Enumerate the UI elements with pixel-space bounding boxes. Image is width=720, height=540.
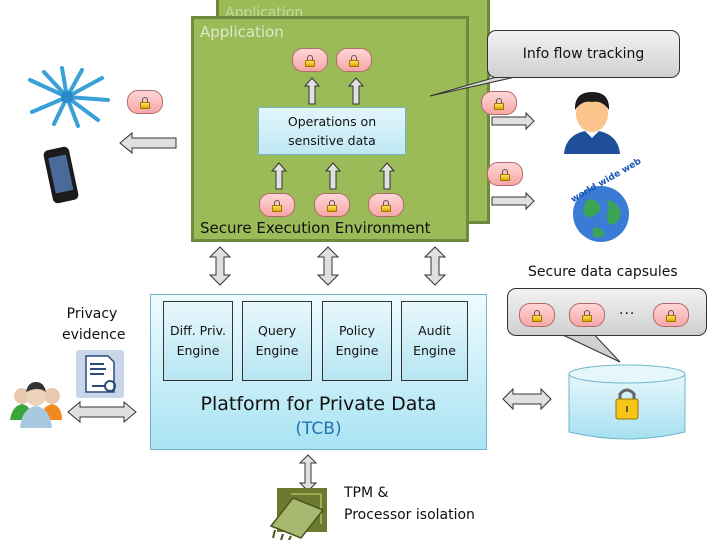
- tpm-line1: TPM &: [344, 485, 389, 501]
- engine-label: Diff. Priv.: [170, 323, 226, 338]
- engine-label: Engine: [255, 343, 299, 358]
- data-capsule: [653, 303, 689, 327]
- data-capsule: [519, 303, 555, 327]
- operations-line1: Operations on: [287, 114, 377, 129]
- social-network-icon: [28, 66, 110, 128]
- engine-label: Policy: [339, 323, 375, 338]
- world-wide-web-globe-icon: world wide web: [569, 156, 644, 242]
- application-window-front-title: Application: [200, 23, 284, 41]
- lock-icon: [327, 199, 337, 212]
- lock-icon: [272, 199, 282, 212]
- bidirectional-arrow-icon: [208, 246, 232, 286]
- up-arrow-icon: [303, 77, 321, 105]
- ellipsis: ...: [619, 302, 636, 318]
- left-arrow-icon: [119, 131, 177, 155]
- certificate-key-icon: [76, 350, 124, 398]
- operations-line2: sensitive data: [288, 133, 376, 148]
- lock-icon: [582, 309, 592, 322]
- engine-label: Engine: [335, 343, 379, 358]
- data-capsule: [314, 193, 350, 217]
- lock-icon: [349, 54, 359, 67]
- diff-priv-engine: Diff. Priv. Engine: [163, 301, 233, 381]
- engine-label: Engine: [413, 343, 456, 358]
- privacy-evidence-line2: evidence: [62, 327, 126, 343]
- up-arrow-icon: [324, 162, 342, 190]
- policy-engine: Policy Engine: [322, 301, 392, 381]
- lock-icon: [500, 168, 510, 181]
- up-arrow-icon: [270, 162, 288, 190]
- engine-label: Engine: [176, 343, 220, 358]
- right-arrow-icon: [491, 191, 535, 211]
- data-capsule: [487, 162, 523, 186]
- data-capsule: [336, 48, 372, 72]
- bidirectional-arrow-icon: [298, 454, 318, 492]
- operations-on-sensitive-data-box: Operations on sensitive data: [258, 107, 406, 155]
- user-group-icon: [10, 382, 62, 428]
- up-arrow-icon: [347, 77, 365, 105]
- platform-title: Platform for Private Data: [200, 393, 437, 415]
- lock-icon: [494, 97, 504, 110]
- secure-data-capsules-label: Secure data capsules: [528, 264, 678, 280]
- lock-icon: [381, 199, 391, 212]
- up-arrow-icon: [378, 162, 396, 190]
- tpm-processor-isolation-label: TPM & Processor isolation: [344, 482, 475, 526]
- audit-engine: Audit Engine: [401, 301, 468, 381]
- info-flow-tracking-callout: Info flow tracking: [487, 30, 680, 78]
- bidirectional-arrow-icon: [316, 246, 340, 286]
- lock-icon: [140, 96, 150, 109]
- engine-label: Audit: [418, 323, 451, 338]
- lock-icon: [666, 309, 676, 322]
- bidirectional-arrow-icon: [502, 387, 552, 411]
- data-capsule: [481, 91, 517, 115]
- platform-for-private-data: Diff. Priv. Engine Query Engine Policy Engi…: [150, 294, 487, 450]
- query-engine: Query Engine: [242, 301, 312, 381]
- secure-execution-environment-label: Secure Execution Environment: [200, 219, 431, 237]
- data-capsule: [127, 90, 163, 114]
- processor-chip-icon: [269, 488, 327, 540]
- data-capsule: [569, 303, 605, 327]
- bidirectional-arrow-icon: [423, 246, 447, 286]
- platform-subtitle: (TCB): [295, 419, 342, 439]
- privacy-evidence-line1: Privacy: [66, 306, 118, 322]
- data-capsule: [292, 48, 328, 72]
- tpm-line2: Processor isolation: [344, 507, 475, 523]
- right-arrow-icon: [491, 111, 535, 131]
- lock-icon: [305, 54, 315, 67]
- person-icon: [564, 92, 620, 154]
- smartphone-icon: [43, 146, 79, 204]
- data-capsule: [368, 193, 404, 217]
- privacy-evidence-label: Privacy evidence: [62, 304, 126, 346]
- engine-label: Query: [258, 323, 296, 338]
- data-capsule: [259, 193, 295, 217]
- database-icon: [568, 364, 686, 440]
- lock-icon: [532, 309, 542, 322]
- bidirectional-arrow-icon: [67, 400, 137, 424]
